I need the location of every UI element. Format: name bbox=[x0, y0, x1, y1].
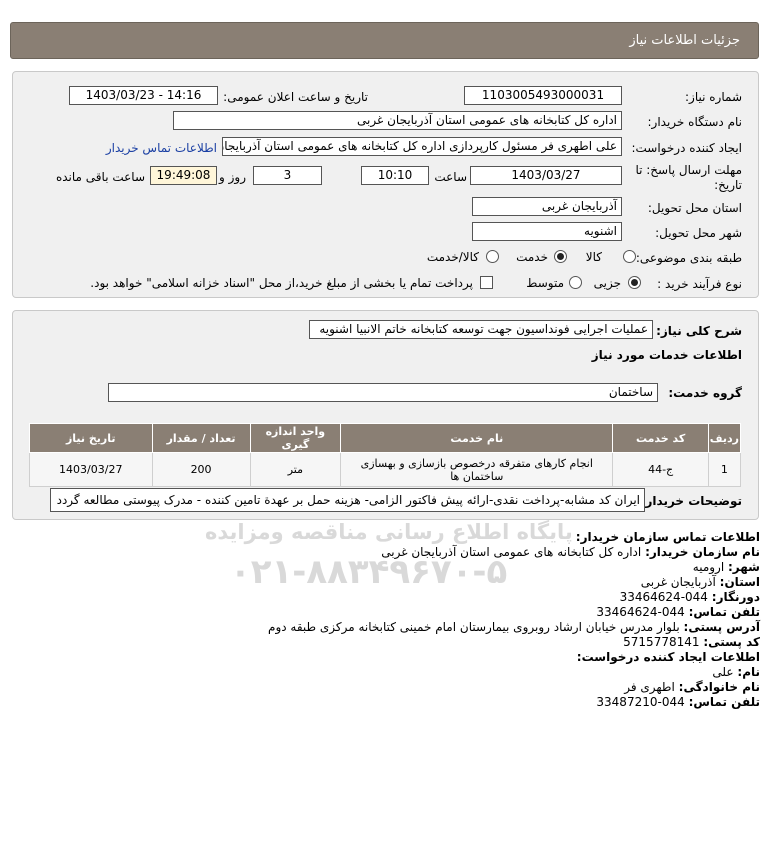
deadline-label: مهلت ارسال پاسخ: تا تاریخ: bbox=[635, 163, 742, 192]
service-group-label: گروه خدمت: bbox=[668, 386, 742, 400]
process-radio-minor[interactable] bbox=[628, 276, 641, 289]
category-radio-goods[interactable] bbox=[623, 250, 636, 263]
col-quantity: تعداد / مقدار bbox=[151, 423, 251, 453]
treasury-note: پرداخت تمام یا بخشی از مبلغ خرید،از محل … bbox=[90, 276, 473, 290]
summary-field: عملیات اجرایی فونداسیون جهت توسعه کتابخا… bbox=[309, 320, 653, 339]
buyer-contact-link[interactable]: اطلاعات تماس خریدار bbox=[106, 141, 217, 155]
process-option-medium: متوسط bbox=[526, 276, 564, 290]
contact-phone-line: تلفن تماس: 044-33464624 bbox=[596, 605, 760, 619]
announce-field: 1403/03/23 - 14:16 bbox=[69, 86, 218, 105]
creator-family-line: نام خانوادگی: اطهری فر bbox=[624, 680, 760, 694]
page-header: جزئیات اطلاعات نیاز bbox=[10, 22, 759, 59]
creator-heading: اطلاعات ایجاد کننده درخواست: bbox=[576, 650, 760, 664]
cell-service-code: ج-44 bbox=[612, 452, 709, 487]
days-field: 3 bbox=[253, 166, 322, 185]
creator-label: ایجاد کننده درخواست: bbox=[631, 141, 742, 155]
contact-heading: اطلاعات تماس سازمان خریدار: bbox=[575, 530, 760, 544]
deadline-time-label: ساعت bbox=[434, 170, 467, 184]
col-row: ردیف bbox=[707, 423, 742, 453]
category-option-service: خدمت bbox=[516, 250, 548, 264]
process-option-minor: جزیی bbox=[593, 276, 621, 290]
col-need-date: تاریخ نیاز bbox=[29, 423, 153, 453]
contact-postal-line: کد پستی: 5715778141 bbox=[623, 635, 760, 649]
contact-city-line: شهر: ارومیه bbox=[692, 560, 760, 574]
category-radio-service[interactable] bbox=[554, 250, 567, 263]
buyer-org-field: اداره کل کتابخانه های عمومی استان آذربای… bbox=[173, 111, 622, 130]
province-label: استان محل تحویل: bbox=[647, 201, 742, 215]
cell-quantity: 200 bbox=[151, 452, 251, 487]
need-number-field: 1103005493000031 bbox=[464, 86, 622, 105]
creator-name-line: نام: علی bbox=[712, 665, 760, 679]
cell-unit: متر bbox=[249, 452, 342, 487]
col-service-code: کد خدمت bbox=[612, 423, 709, 453]
contact-fax-line: دورنگار: 044-33464624 bbox=[619, 590, 760, 604]
province-field: آذربایجان غربی bbox=[472, 197, 622, 216]
creator-field: علی اطهری فر مسئول کارپردازی اداره کل کت… bbox=[222, 137, 622, 156]
contact-province-line: استان: آذربایجان غربی bbox=[640, 575, 760, 589]
contact-address-line: آدرس پستی: بلوار مدرس خیابان ارشاد روبرو… bbox=[268, 620, 760, 634]
category-radio-goods-service[interactable] bbox=[486, 250, 499, 263]
deadline-time-field: 10:10 bbox=[361, 166, 429, 185]
cell-need-date: 1403/03/27 bbox=[29, 452, 153, 487]
contact-org-line: نام سازمان خریدار: اداره کل کتابخانه های… bbox=[381, 545, 760, 559]
buyer-notes-label: توضیحات خریدار: bbox=[640, 494, 742, 508]
col-unit: واحد اندازه گیری bbox=[249, 423, 342, 453]
treasury-checkbox[interactable] bbox=[480, 276, 493, 289]
city-label: شهر محل تحویل: bbox=[655, 226, 742, 240]
cell-service-name: انجام کارهای متفرقه درخصوص بازسازی و بهس… bbox=[340, 452, 614, 487]
days-label: روز و bbox=[219, 170, 246, 184]
category-label: طبقه بندی موضوعی: bbox=[635, 251, 742, 265]
services-table: ردیف کد خدمت نام خدمت واحد اندازه گیری ت… bbox=[29, 423, 742, 487]
buyer-org-label: نام دستگاه خریدار: bbox=[647, 115, 743, 129]
deadline-date-field: 1403/03/27 bbox=[470, 166, 622, 185]
process-label: نوع فرآیند خرید : bbox=[657, 277, 742, 291]
col-service-name: نام خدمت bbox=[340, 423, 614, 453]
page-title: جزئیات اطلاعات نیاز bbox=[629, 33, 740, 48]
remaining-label: ساعت باقی مانده bbox=[55, 170, 145, 184]
process-radio-medium[interactable] bbox=[569, 276, 582, 289]
need-number-label: شماره نیاز: bbox=[685, 90, 742, 104]
creator-phone-line: تلفن تماس: 044-33487210 bbox=[596, 695, 760, 709]
services-heading: اطلاعات خدمات مورد نیاز bbox=[591, 348, 742, 362]
table-row: 1 ج-44 انجام کارهای متفرقه درخصوص بازساز… bbox=[29, 452, 742, 487]
buyer-notes-field: ایران کد مشابه-پرداخت نقدی-ارائه پیش فاک… bbox=[50, 488, 645, 512]
city-field: اشنویه bbox=[472, 222, 622, 241]
category-option-goods: کالا bbox=[585, 250, 602, 264]
watermark-text: پایگاه اطلاع رسانی مناقصه ومزایده bbox=[205, 520, 573, 544]
cell-row: 1 bbox=[707, 452, 742, 487]
remaining-time-field: 19:49:08 bbox=[150, 166, 217, 185]
category-option-goods-service: کالا/خدمت bbox=[426, 250, 479, 264]
announce-label: تاریخ و ساعت اعلان عمومی: bbox=[223, 90, 368, 104]
summary-label: شرح کلی نیاز: bbox=[656, 324, 742, 338]
service-group-field: ساختمان bbox=[108, 383, 658, 402]
